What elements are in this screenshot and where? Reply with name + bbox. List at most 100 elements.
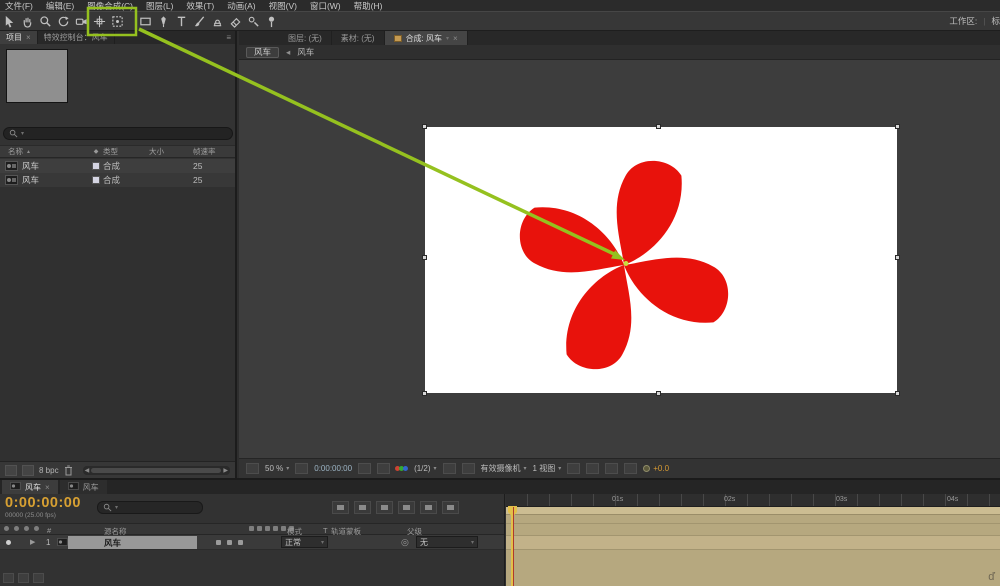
scroll-left-icon[interactable]: ◀ [85, 467, 90, 474]
expand-in-out-icon[interactable] [33, 573, 44, 583]
viewer-timecode[interactable]: 0:00:00:00 [314, 464, 352, 473]
motion-blur-icon[interactable] [420, 501, 437, 514]
composition-canvas[interactable] [422, 124, 900, 396]
layer-handle[interactable] [656, 124, 661, 129]
pan-behind-anchor-tool[interactable] [108, 12, 126, 30]
menu-view[interactable]: 视图(V) [269, 0, 297, 12]
resolution-select[interactable]: (1/2) ▾ [414, 464, 436, 473]
horizontal-scrollbar[interactable]: ◀ ▶ [82, 465, 230, 475]
label-color-swatch[interactable] [89, 162, 103, 170]
layer-switches[interactable] [216, 540, 243, 545]
timeline-tab-inactive[interactable]: 风车 [59, 480, 107, 494]
interpret-footage-icon[interactable] [5, 464, 17, 476]
chevron-down-icon[interactable]: ▾ [446, 35, 449, 42]
project-column-headers[interactable]: 名称 ▲ ◆ 类型 大小 帧速率 [0, 145, 235, 158]
snapshot-icon[interactable] [358, 463, 372, 474]
show-snapshot-icon[interactable] [377, 463, 391, 474]
bit-depth-label[interactable]: 8 bpc [39, 466, 59, 475]
breadcrumb-comp-chip[interactable]: 风车 [246, 46, 280, 58]
layer-row[interactable]: ▶ 1 风车 正常 ▾ ◎ 无 ▾ [0, 535, 504, 550]
workspace-value[interactable]: 标 [991, 15, 1000, 27]
layer-duration-bar[interactable] [506, 535, 1000, 550]
timeline-button-icon[interactable] [605, 463, 619, 474]
close-icon[interactable]: × [453, 34, 458, 43]
timeline-search-input[interactable]: ▾ [97, 501, 203, 514]
view-layout-select[interactable]: 1 视图 ▾ [533, 463, 562, 474]
timeline-track-area[interactable]: 01s 02s 03s 04s ď [506, 494, 1000, 586]
transparency-grid-icon[interactable] [461, 463, 475, 474]
layer-handle[interactable] [895, 391, 900, 396]
zoom-tool[interactable] [36, 12, 54, 30]
layer-handle[interactable] [895, 124, 900, 129]
close-icon[interactable]: × [45, 483, 50, 492]
flowchart-button-icon[interactable] [624, 463, 638, 474]
tab-layer-viewer[interactable]: 图层: (无) [279, 31, 332, 45]
layer-name-selected[interactable]: 风车 [68, 536, 197, 549]
mini-flowchart-icon[interactable] [332, 501, 349, 514]
camera-tool[interactable] [72, 12, 90, 30]
pixel-aspect-icon[interactable] [567, 463, 581, 474]
layer-handle[interactable] [656, 391, 661, 396]
hand-tool[interactable] [18, 12, 36, 30]
text-tool[interactable] [172, 12, 190, 30]
search-input[interactable]: ▾ [3, 127, 233, 140]
selection-tool[interactable] [0, 12, 18, 30]
channels-icon[interactable] [395, 466, 409, 471]
new-folder-icon[interactable] [22, 464, 34, 476]
puppet-pin-tool[interactable] [262, 12, 280, 30]
pen-tool[interactable] [154, 12, 172, 30]
blend-mode-select[interactable]: 正常 ▾ [281, 536, 328, 548]
tab-composition-viewer[interactable]: 合成: 风车 ▾ × [384, 31, 468, 45]
brush-tool[interactable] [190, 12, 208, 30]
project-item-row[interactable]: 风车 合成 25 [0, 159, 235, 173]
exposure-control[interactable]: +0.0 [643, 464, 669, 473]
eye-icon[interactable] [6, 540, 11, 545]
eraser-tool[interactable] [226, 12, 244, 30]
timeline-tab-active[interactable]: 风车 × [2, 480, 58, 494]
expand-transfer-controls-icon[interactable] [18, 573, 29, 583]
label-color-swatch[interactable] [89, 176, 103, 184]
safe-guides-icon[interactable] [295, 463, 309, 474]
expand-layer-switches-icon[interactable] [3, 573, 14, 583]
menu-help[interactable]: 帮助(H) [354, 0, 383, 12]
zoom-level-select[interactable]: 50 % ▾ [265, 464, 289, 473]
region-of-interest-icon[interactable] [442, 463, 456, 474]
draft-3d-icon[interactable] [354, 501, 371, 514]
menu-edit[interactable]: 编辑(E) [46, 0, 74, 12]
hide-shy-layers-icon[interactable] [376, 501, 393, 514]
menu-file[interactable]: 文件(F) [5, 0, 33, 12]
menu-animation[interactable]: 动画(A) [227, 0, 255, 12]
parent-select[interactable]: 无 ▾ [416, 536, 478, 548]
expand-arrow-icon[interactable]: ▶ [30, 538, 35, 546]
menu-layer[interactable]: 图层(L) [146, 0, 173, 12]
menu-window[interactable]: 窗口(W) [310, 0, 341, 12]
composition-viewer[interactable] [239, 60, 1000, 458]
project-item-row[interactable]: 风车 合成 25 [0, 173, 235, 187]
breadcrumb-current[interactable]: 风车 [297, 46, 314, 58]
close-icon[interactable]: × [26, 33, 31, 42]
mask-rectangle-tool[interactable] [136, 12, 154, 30]
fast-preview-icon[interactable] [586, 463, 600, 474]
scroll-right-icon[interactable]: ▶ [223, 467, 228, 474]
trash-icon[interactable] [64, 465, 73, 476]
panel-menu-icon[interactable]: ≡ [222, 31, 235, 44]
scrollbar-thumb[interactable] [91, 467, 222, 473]
layer-handle[interactable] [895, 255, 900, 260]
workspace-label[interactable]: 工作区: [949, 15, 977, 27]
parent-pickwhip-icon[interactable]: ◎ [401, 537, 409, 548]
clone-stamp-tool[interactable] [208, 12, 226, 30]
time-ruler[interactable]: 01s 02s 03s 04s [506, 494, 1000, 507]
axis-mode-tool[interactable] [90, 12, 108, 30]
rotate-tool[interactable] [54, 12, 72, 30]
tab-effect-controls[interactable]: 特效控制台：风车 [38, 31, 115, 44]
layer-handle[interactable] [422, 124, 427, 129]
work-area-bar[interactable] [506, 507, 1000, 515]
tab-footage-viewer[interactable]: 素材: (无) [332, 31, 385, 45]
tab-project[interactable]: 项目 × [0, 31, 38, 44]
layer-handle[interactable] [422, 391, 427, 396]
frame-blend-icon[interactable] [398, 501, 415, 514]
graph-editor-icon[interactable] [442, 501, 459, 514]
menu-composition[interactable]: 图像合成(C) [87, 0, 133, 12]
menu-effect[interactable]: 效果(T) [186, 0, 214, 12]
roto-brush-tool[interactable] [244, 12, 262, 30]
